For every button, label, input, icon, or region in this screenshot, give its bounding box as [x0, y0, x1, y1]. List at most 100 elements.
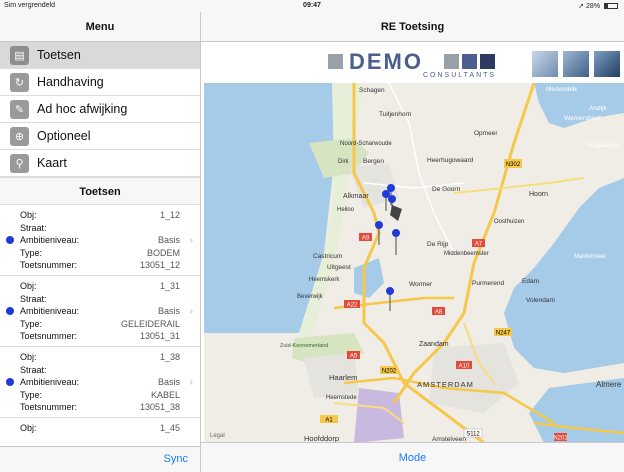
banner-photo-building	[562, 50, 590, 78]
list-item[interactable]: Obj: 1_31 Straat: Ambitieniveau: Basis Typ…	[0, 276, 200, 347]
ambitie-value: Basis	[157, 377, 180, 388]
svg-text:A7: A7	[475, 242, 483, 248]
list-item[interactable]: Obj: 1_38 Straat: Ambitieniveau: Basis Typ…	[0, 347, 200, 418]
logo-square-icon	[462, 54, 477, 69]
menu-item-label: Optioneel	[37, 129, 91, 143]
place-label: Zaandam	[419, 341, 449, 348]
mode-button[interactable]: Mode	[399, 452, 427, 464]
menu-item-kaart[interactable]: ⚲ Kaart	[0, 150, 200, 177]
svg-text:A10: A10	[459, 364, 470, 370]
svg-text:A22: A22	[347, 303, 358, 309]
list-section-header: Toetsen	[0, 177, 200, 205]
place-label: Medemblik	[546, 86, 578, 93]
place-label: Tuitjenhorn	[379, 111, 412, 118]
type-value: KABEL	[150, 389, 180, 400]
obj-value: 1_45	[159, 423, 180, 433]
road-shield-n202: N202	[380, 366, 398, 375]
place-label: Oosthuizen	[494, 219, 524, 225]
place-label: Volendam	[526, 297, 555, 304]
menu-item-ad-hoc-afwijking[interactable]: ✎ Ad hoc afwijking	[0, 96, 200, 123]
master-pane: Menu ▤ Toetsen ↻ Handhaving ✎ Ad hoc afw…	[0, 12, 201, 472]
status-dot-icon	[6, 378, 14, 386]
logo-square-icon	[328, 54, 343, 69]
clock-label: 09:47	[303, 2, 321, 9]
chevron-right-icon: ›	[189, 306, 193, 317]
logo-square-icon	[444, 54, 459, 69]
place-label: Wormer	[409, 281, 433, 288]
place-label: Heiloo	[337, 207, 355, 213]
obj-label: Obj:	[20, 352, 37, 362]
map-view[interactable]: N302 A9 A7 A8 A22 N247 N202 A10 A5 N201 …	[204, 83, 624, 443]
svg-text:A5: A5	[350, 354, 358, 360]
banner-photo-people	[531, 50, 559, 78]
type-value: BODEM	[146, 247, 180, 258]
menu-item-label: Ad hoc afwijking	[37, 102, 128, 116]
road-shield-a10: A10	[456, 361, 472, 370]
battery-icon	[604, 3, 618, 10]
location-arrow-icon: ➚	[578, 3, 585, 10]
place-label: Almere	[596, 380, 622, 389]
obj-value: 1_38	[159, 352, 180, 362]
road-shield-a8: A8	[432, 307, 445, 316]
straat-label: Straat:	[20, 293, 47, 304]
place-label: Middenbeemster	[444, 251, 489, 257]
menu-title: Menu	[0, 12, 200, 42]
company-banner: DEMO CONSULTANTS	[201, 42, 624, 83]
road-shield-a7: A7	[472, 239, 485, 248]
toetsnummer-value: 13051_12	[139, 260, 180, 271]
road-shield-n302: N302	[504, 159, 522, 168]
menu-item-label: Kaart	[37, 156, 67, 170]
straat-label: Straat:	[20, 364, 47, 375]
sync-button[interactable]: Sync	[164, 453, 188, 465]
road-shield-a5: A5	[347, 351, 360, 360]
place-label: Edam	[522, 278, 539, 285]
road-shield-a22: A22	[344, 300, 360, 309]
type-label: Type:	[20, 389, 43, 400]
ambitie-label: Ambitieniveau:	[20, 306, 80, 317]
ambitie-value: Basis	[157, 306, 180, 317]
road-shield-n247: N247	[494, 328, 512, 337]
menu-item-optioneel[interactable]: ⊕ Optioneel	[0, 123, 200, 150]
toetsnummer-value: 13051_38	[139, 402, 180, 413]
airport-area	[354, 388, 404, 443]
detail-title: RE Toetsing	[201, 12, 624, 42]
straat-label: Straat:	[20, 222, 47, 233]
status-dot-icon	[6, 307, 14, 315]
svg-text:N201: N201	[553, 436, 568, 442]
menu-item-toetsen[interactable]: ▤ Toetsen	[0, 42, 200, 69]
road-shield-a9: A9	[359, 233, 372, 242]
place-label: Heemskerk	[309, 277, 340, 283]
toetsnummer-label: Toetsnummer:	[20, 331, 78, 342]
place-label: Schagen	[359, 87, 385, 94]
place-label: Wervershoof	[564, 115, 601, 122]
type-label: Type:	[20, 247, 43, 258]
chevron-right-icon: ›	[189, 377, 193, 388]
place-label: Castricum	[313, 253, 342, 260]
svg-text:N202: N202	[382, 369, 397, 375]
detail-pane: RE Toetsing DEMO CONSULTANTS N302 A9 A7 …	[201, 12, 624, 472]
place-label: Andijk	[589, 105, 607, 112]
type-value: GELEIDERAIL	[120, 318, 180, 329]
obj-value: 1_12	[159, 210, 180, 220]
list-item[interactable]: Obj: 1_12 Straat: Ambitieniveau: Basis Typ…	[0, 205, 200, 276]
place-label: Alkmaar	[343, 193, 369, 200]
place-label: Noord-Scharwoude	[340, 141, 392, 147]
road-shield-s112: S112	[463, 428, 483, 438]
place-label: Heerhugowaard	[427, 157, 474, 164]
place-label: Zuid-Kennemerland	[280, 343, 328, 349]
place-label: Opmeer	[474, 130, 498, 137]
map-legal-link: Legal	[210, 433, 225, 439]
chevron-right-icon: ›	[189, 235, 193, 246]
toetsnummer-label: Toetsnummer:	[20, 260, 78, 271]
place-label: Beverwijk	[297, 294, 324, 300]
obj-label: Obj:	[20, 423, 37, 433]
ambitie-label: Ambitieniveau:	[20, 377, 80, 388]
toetsnummer-label: Toetsnummer:	[20, 402, 78, 413]
battery-indicator: ➚ 28%	[578, 2, 618, 10]
road-shield-a1: N201	[553, 433, 568, 442]
place-label: De Rijp	[427, 241, 449, 248]
menu-item-handhaving[interactable]: ↻ Handhaving	[0, 69, 200, 96]
place-label: Bergen	[363, 158, 384, 165]
place-label: Purmerend	[472, 280, 505, 287]
pencil-icon: ✎	[10, 99, 29, 119]
